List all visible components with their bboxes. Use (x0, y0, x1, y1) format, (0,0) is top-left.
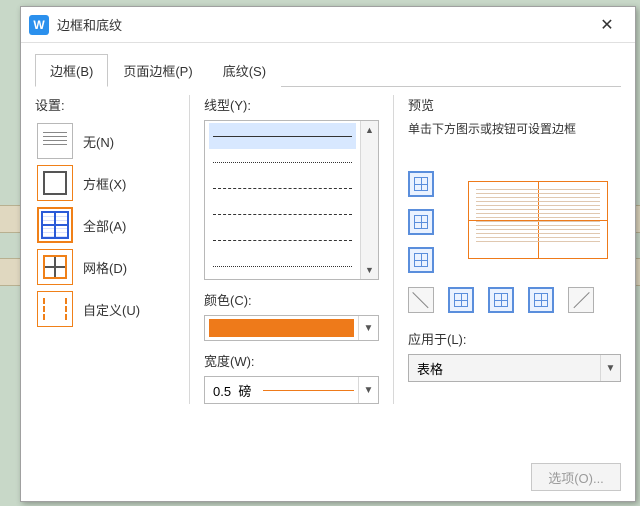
titlebar: W 边框和底纹 ✕ (21, 7, 635, 43)
scroll-down-icon[interactable]: ▼ (361, 261, 378, 279)
preset-all[interactable]: 全部(A) (35, 204, 175, 246)
color-label: 颜色(C): (204, 290, 379, 309)
chevron-down-icon: ▼ (358, 316, 378, 340)
linestyle-items (205, 121, 360, 279)
preset-custom-label: 自定义(U) (83, 300, 140, 319)
preview-hint: 单击下方图示或按钮可设置边框 (408, 120, 621, 137)
preview-table-icon[interactable] (468, 181, 608, 259)
tab-label: 边框(B) (50, 64, 93, 79)
preset-none[interactable]: 无(N) (35, 120, 175, 162)
preset-list: 无(N) 方框(X) 全部(A) 网格(D) (35, 120, 175, 330)
borders-shading-dialog: W 边框和底纹 ✕ 边框(B) 页面边框(P) 底纹(S) 设置: 无(N) (20, 6, 636, 502)
preview-column: 预览 单击下方图示或按钮可设置边框 (408, 95, 621, 404)
preset-custom[interactable]: 自定义(U) (35, 288, 175, 330)
border-top-button[interactable] (408, 171, 434, 197)
preset-box[interactable]: 方框(X) (35, 162, 175, 204)
tab-shading[interactable]: 底纹(S) (208, 54, 281, 87)
separator-1 (189, 95, 190, 404)
separator-2 (393, 95, 394, 404)
preset-grid-icon (37, 249, 73, 285)
preset-all-icon (37, 207, 73, 243)
preset-none-label: 无(N) (83, 132, 114, 151)
border-diag-down-button[interactable] (408, 287, 434, 313)
apply-to-value: 表格 (409, 359, 600, 378)
border-right-button[interactable] (528, 287, 554, 313)
preset-all-label: 全部(A) (83, 216, 126, 235)
linestyle-item-solid[interactable] (209, 123, 356, 149)
style-column: 线型(Y): ▲ ▼ 颜色(C): (204, 95, 379, 404)
close-button[interactable]: ✕ (587, 10, 627, 40)
linestyle-item-dotted-fine[interactable] (209, 149, 356, 175)
linestyle-item-dashed-wide[interactable] (209, 201, 356, 227)
width-label: 宽度(W): (204, 351, 379, 370)
chevron-down-icon: ▼ (358, 377, 378, 403)
tab-page-border[interactable]: 页面边框(P) (108, 54, 207, 87)
width-dropdown[interactable]: 0.5 磅 ▼ (204, 376, 379, 404)
preset-grid-label: 网格(D) (83, 258, 127, 277)
width-value: 0.5 磅 (205, 381, 259, 400)
preset-custom-icon (37, 291, 73, 327)
apply-label: 应用于(L): (408, 329, 621, 348)
preview-label: 预览 (408, 95, 621, 114)
preset-grid[interactable]: 网格(D) (35, 246, 175, 288)
linestyle-item-dash-dot-dot[interactable] (209, 253, 356, 279)
preset-box-icon (37, 165, 73, 201)
settings-column: 设置: 无(N) 方框(X) 全部(A) (35, 95, 175, 404)
preview-area (408, 171, 621, 321)
preset-none-icon (37, 123, 73, 159)
apply-to-dropdown[interactable]: 表格 ▼ (408, 354, 621, 382)
scroll-up-icon[interactable]: ▲ (361, 121, 378, 139)
apply-row: 应用于(L): 表格 ▼ (408, 329, 621, 382)
linestyle-listbox[interactable]: ▲ ▼ (204, 120, 379, 280)
columns: 设置: 无(N) 方框(X) 全部(A) (35, 95, 621, 404)
border-vmiddle-button[interactable] (488, 287, 514, 313)
chevron-down-icon: ▼ (600, 355, 620, 381)
width-sample-line (263, 390, 354, 391)
border-bottom-button[interactable] (408, 247, 434, 273)
linestyle-scrollbar[interactable]: ▲ ▼ (360, 121, 378, 279)
dialog-body: 边框(B) 页面边框(P) 底纹(S) 设置: 无(N) 方框(X) (21, 43, 635, 501)
color-swatch (209, 319, 354, 337)
border-left-button[interactable] (448, 287, 474, 313)
options-button: 选项(O)... (531, 463, 621, 491)
preview-side-buttons (408, 171, 434, 273)
linestyle-item-dashed[interactable] (209, 175, 356, 201)
linestyle-label: 线型(Y): (204, 95, 379, 114)
preview-bottom-buttons (408, 287, 594, 313)
tab-label: 底纹(S) (223, 64, 266, 79)
dialog-title: 边框和底纹 (57, 15, 587, 34)
border-hmiddle-button[interactable] (408, 209, 434, 235)
linestyle-item-dash-dot[interactable] (209, 227, 356, 253)
tabstrip: 边框(B) 页面边框(P) 底纹(S) (35, 53, 621, 87)
options-button-label: 选项(O)... (548, 468, 604, 487)
app-icon: W (29, 15, 49, 35)
tab-label: 页面边框(P) (123, 64, 192, 79)
settings-label: 设置: (35, 95, 175, 114)
tab-borders[interactable]: 边框(B) (35, 54, 108, 87)
border-diag-up-button[interactable] (568, 287, 594, 313)
preset-box-label: 方框(X) (83, 174, 126, 193)
color-dropdown[interactable]: ▼ (204, 315, 379, 341)
close-icon: ✕ (600, 15, 613, 35)
